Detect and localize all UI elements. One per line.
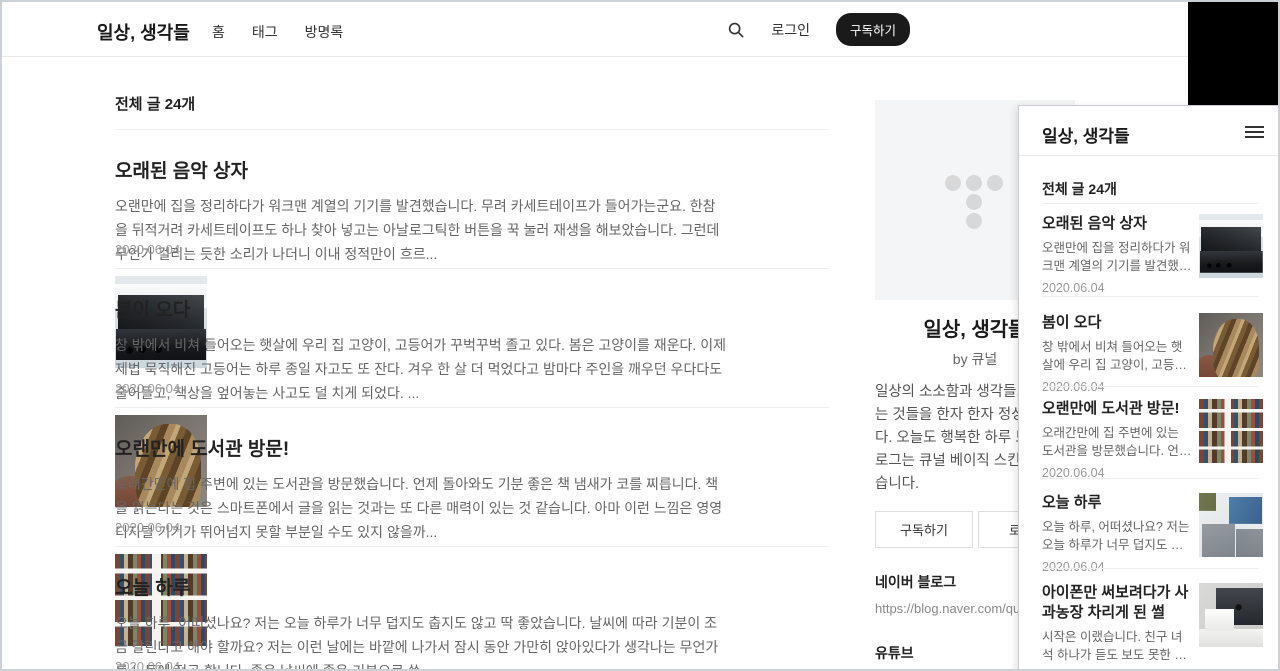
post-list-item[interactable]: 오랜만에 도서관 방문! 오래간만에 집 주변에 있는 도서관을 방문했습니다.… <box>115 420 829 646</box>
divider <box>115 407 829 408</box>
top-header: 일상, 생각들 홈 태그 방명록 로그인 구독하기 <box>2 2 1278 57</box>
post-excerpt: 오랜만에 집을 정리하다가 워크맨 계열의 기기를 발견했습니다. 무려 카세트… <box>115 198 720 262</box>
divider <box>1019 155 1278 156</box>
post-title[interactable]: 오늘 하루 <box>1042 493 1192 513</box>
post-excerpt: 오늘 하루, 어떠셨나요? 저는 오늘 하루가 너무 덥지도 춥지도 않고 딱 … <box>115 615 719 671</box>
post-excerpt: 오래간만에 집 주변에 있는 도서관을 방문했습니다. 언제 돌아와도 기분 좋… <box>115 476 723 540</box>
blog-brand-title[interactable]: 일상, 생각들 <box>97 19 190 45</box>
panel-post-item[interactable]: 아이폰만 써보려다가 사과농장 차리게 된 썰 시작은 이랬습니다. 친구 녀석… <box>1042 583 1263 669</box>
post-title[interactable]: 봄이 오다 <box>1042 313 1192 333</box>
panel-post-item[interactable]: 오래된 음악 상자 오랜만에 집을 정리하다가 워크맨 계열의 기기를 발견했습… <box>1042 214 1263 295</box>
post-title[interactable]: 아이폰만 써보려다가 사과농장 차리게 된 썰 <box>1042 583 1202 623</box>
nav-item-guestbook[interactable]: 방명록 <box>305 22 344 42</box>
divider <box>1042 296 1259 297</box>
divider <box>1042 478 1259 479</box>
main-nav: 홈 태그 방명록 <box>212 22 343 42</box>
nav-item-home[interactable]: 홈 <box>212 22 225 42</box>
divider <box>115 129 829 130</box>
post-excerpt: 창 밖에서 비쳐 들어오는 햇살에 우리 집 고양이, 고등어가 꾸벅꾸벅 졸고… <box>1042 340 1186 372</box>
post-title[interactable]: 오랜만에 도서관 방문! <box>115 420 715 461</box>
black-corner-region <box>1188 2 1278 105</box>
post-excerpt: 오래간만에 집 주변에 있는 도서관을 방문했습니다. 언제 돌아와도 기분 좋… <box>1042 426 1191 458</box>
post-title[interactable]: 오래된 음악 상자 <box>115 142 715 183</box>
post-date: 2020.06.04 <box>1042 380 1105 394</box>
post-date: 2020.06.04 <box>115 520 181 535</box>
post-excerpt: 창 밖에서 비쳐 들어오는 햇살에 우리 집 고양이, 고등어가 꾸벅꾸벅 졸고… <box>115 337 726 401</box>
post-date: 2020.06.04 <box>1042 281 1105 295</box>
notebooks-thumbnail[interactable] <box>1199 493 1263 557</box>
login-link[interactable]: 로그인 <box>771 20 810 40</box>
post-list-item[interactable]: 봄이 오다 창 밖에서 비쳐 들어오는 햇살에 우리 집 고양이, 고등어가 꾸… <box>115 281 829 507</box>
post-title[interactable]: 오래된 음악 상자 <box>1042 214 1192 234</box>
cat-thumbnail[interactable] <box>1199 313 1263 377</box>
post-title[interactable]: 오늘 하루 <box>115 559 715 600</box>
post-title[interactable]: 오랜만에 도서관 방문! <box>1042 399 1192 419</box>
post-date: 2020.06.04 <box>115 242 181 257</box>
post-excerpt: 오랜만에 집을 정리하다가 워크맨 계열의 기기를 발견했습니다. 무려 카세트… <box>1042 241 1191 273</box>
mobile-preview-panel: 일상, 생각들 전체 글 24개 오래된 음악 상자 오랜만에 집을 정리하다가… <box>1018 105 1278 669</box>
post-title[interactable]: 봄이 오다 <box>115 281 715 322</box>
bookshelf-thumbnail[interactable] <box>1199 399 1263 463</box>
panel-post-item[interactable]: 오늘 하루 오늘 하루, 어떠셨나요? 저는 오늘 하루가 너무 덥지도 춥지도… <box>1042 493 1263 574</box>
header-actions: 로그인 구독하기 <box>727 2 910 57</box>
post-date: 2020.06.04 <box>1042 560 1105 574</box>
post-date: 2020.06.04 <box>115 381 181 396</box>
panel-post-count-label: 전체 글 24개 <box>1042 181 1117 197</box>
post-excerpt: 시작은 이랬습니다. 친구 녀석 하나가 듣도 보도 못한 휴대폰 하나를 가져… <box>1042 630 1186 662</box>
divider <box>1042 386 1259 387</box>
panel-blog-title[interactable]: 일상, 생각들 <box>1042 122 1130 147</box>
divider <box>115 546 829 547</box>
post-list-item[interactable]: 오늘 하루 오늘 하루, 어떠셨나요? 저는 오늘 하루가 너무 덥지도 춥지도… <box>115 559 829 671</box>
divider <box>115 268 829 269</box>
nav-item-tags[interactable]: 태그 <box>252 22 278 42</box>
panel-post-item[interactable]: 오랜만에 도서관 방문! 오래간만에 집 주변에 있는 도서관을 방문했습니다.… <box>1042 399 1263 480</box>
cassette-player-thumbnail[interactable] <box>1199 214 1263 278</box>
divider <box>1042 203 1259 204</box>
post-list-item[interactable]: 오래된 음악 상자 오랜만에 집을 정리하다가 워크맨 계열의 기기를 발견했습… <box>115 142 829 368</box>
subscribe-button[interactable]: 구독하기 <box>835 13 910 46</box>
apple-products-thumbnail[interactable] <box>1199 583 1263 647</box>
blog-window: 일상, 생각들 홈 태그 방명록 로그인 구독하기 전체 글 24개 오래된 음… <box>0 0 1280 671</box>
divider <box>1042 568 1259 569</box>
post-count-label: 전체 글 24개 <box>115 96 196 113</box>
search-icon[interactable] <box>727 21 745 39</box>
post-excerpt: 오늘 하루, 어떠셨나요? 저는 오늘 하루가 너무 덥지도 춥지도 않고 딱 … <box>1042 520 1190 552</box>
sidebar-subscribe-button[interactable]: 구독하기 <box>875 511 973 548</box>
panel-post-item[interactable]: 봄이 오다 창 밖에서 비쳐 들어오는 햇살에 우리 집 고양이, 고등어가 꾸… <box>1042 313 1263 394</box>
post-date: 2020.06.04 <box>115 659 181 671</box>
hamburger-icon[interactable] <box>1245 126 1264 139</box>
